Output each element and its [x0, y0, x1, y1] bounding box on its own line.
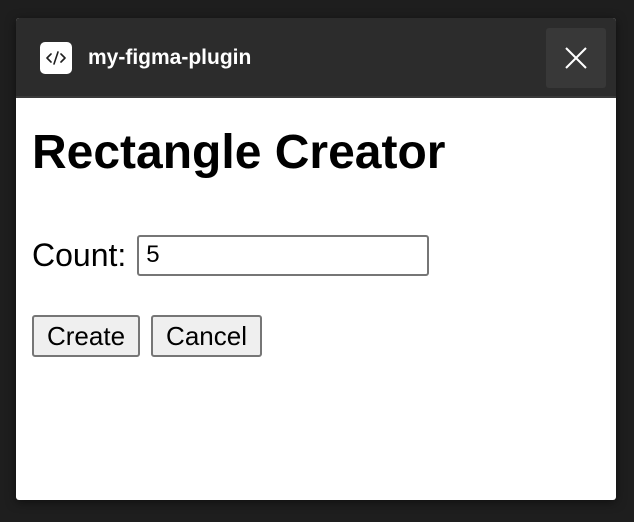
plugin-window: my-figma-plugin Rectangle Creator Count:… [16, 18, 616, 500]
cancel-button[interactable]: Cancel [151, 315, 262, 357]
plugin-titlebar: my-figma-plugin [16, 18, 616, 98]
count-row: Count: [32, 234, 430, 276]
plugin-title: my-figma-plugin [88, 46, 252, 69]
close-button[interactable] [546, 28, 606, 88]
button-row: Create Cancel [32, 315, 273, 357]
create-button[interactable]: Create [32, 315, 141, 357]
code-icon [40, 42, 72, 74]
close-icon [565, 47, 587, 69]
page-title: Rectangle Creator [32, 126, 446, 179]
count-label: Count: [32, 237, 127, 273]
count-input[interactable] [137, 234, 430, 276]
